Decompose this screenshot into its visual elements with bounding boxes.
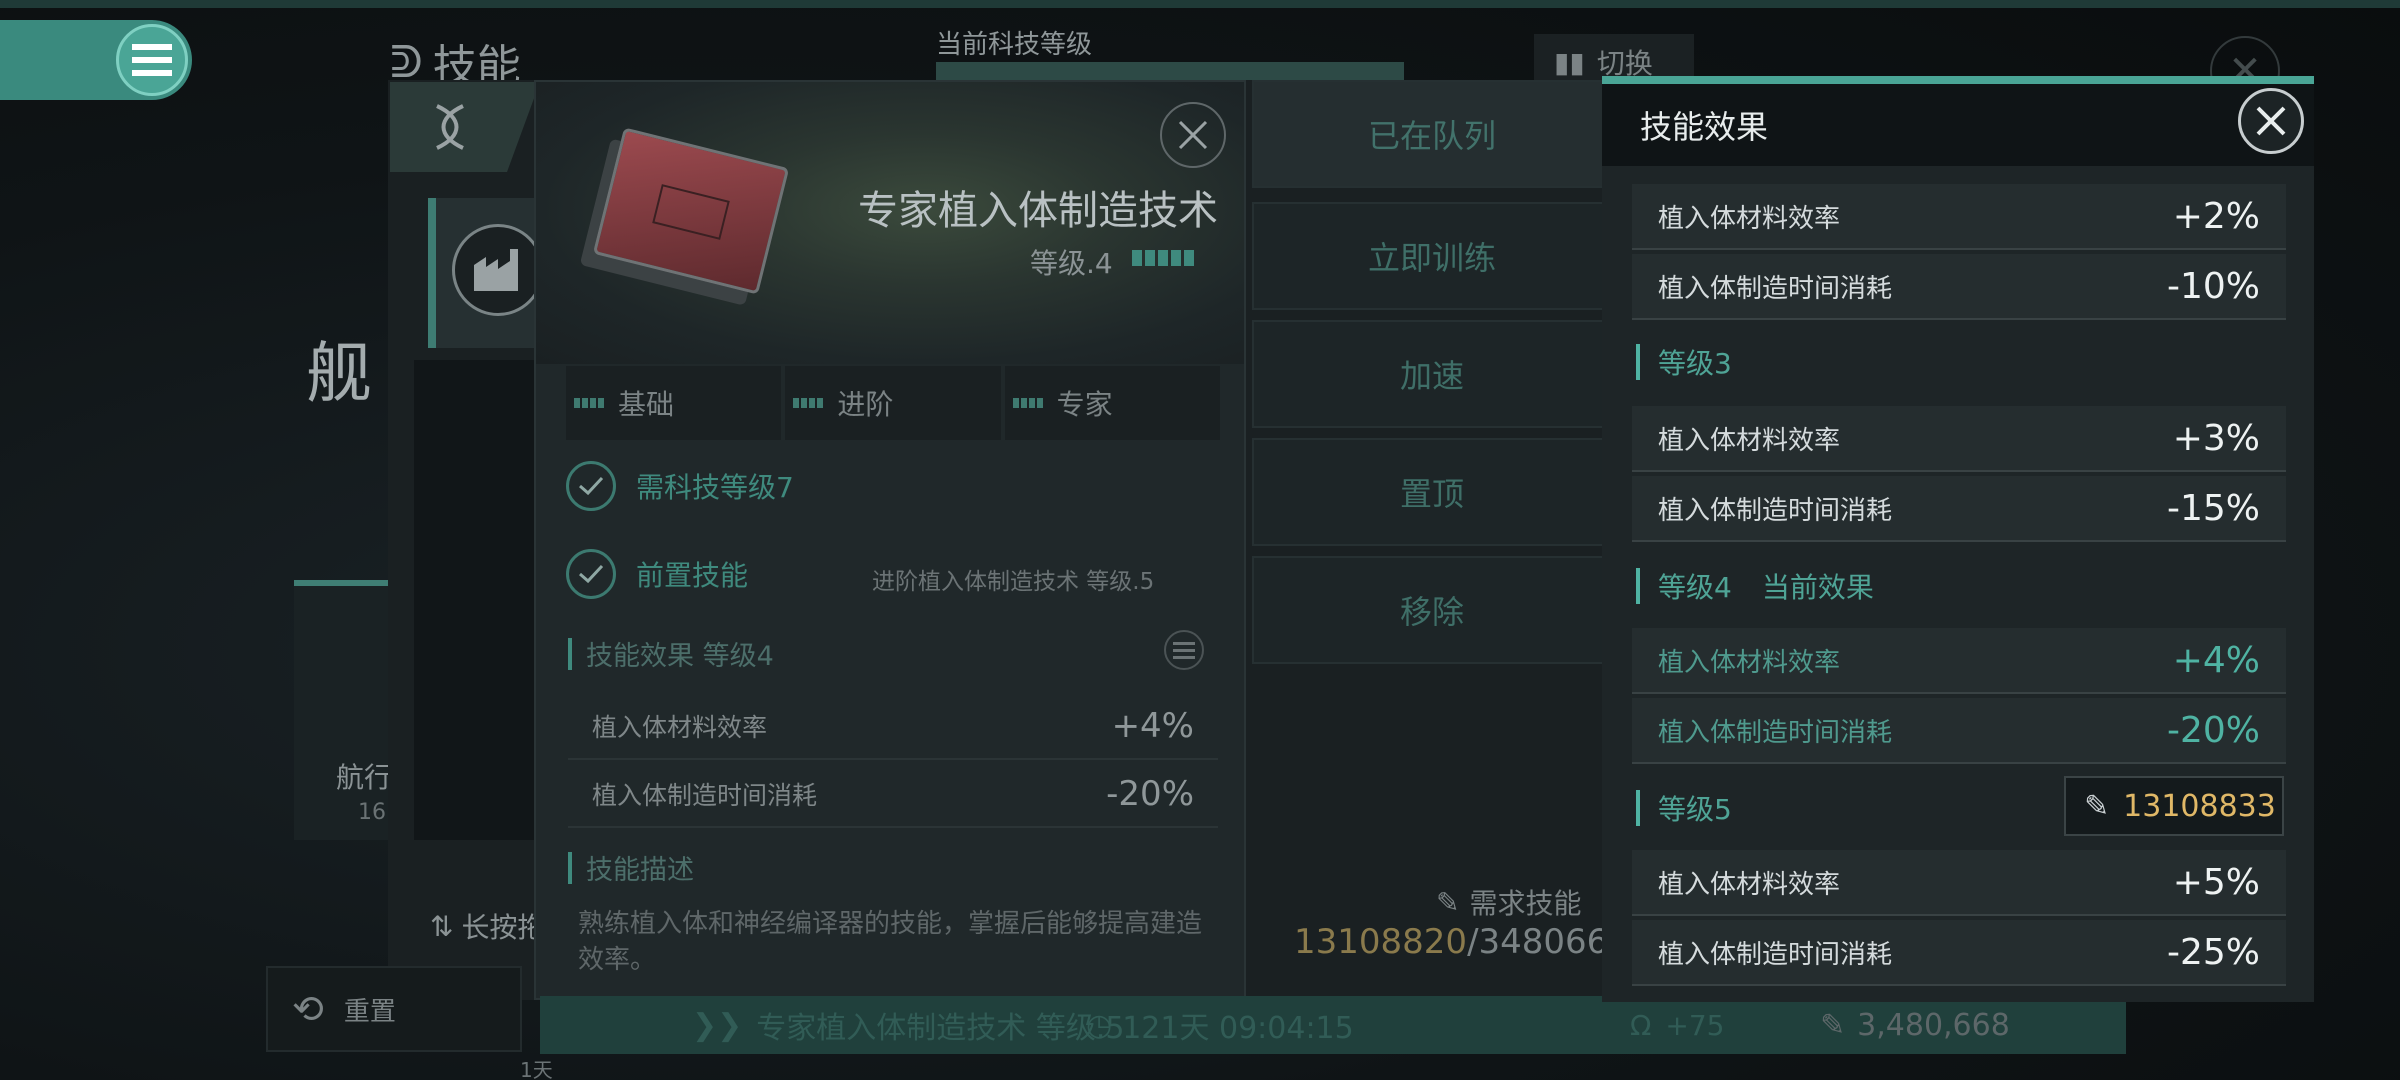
tech-level-bar: [936, 62, 1404, 80]
close-icon: [1178, 120, 1208, 150]
description-header: 技能描述: [568, 848, 694, 887]
queue-points: ✎ 3,480,668: [1820, 1007, 2010, 1043]
tier-expert[interactable]: 专家: [1004, 366, 1220, 440]
skill-description: 熟练植入体和神经编译器的技能，掌握后能够提高建造效率。: [578, 909, 1203, 975]
effect-row: 植入体制造时间消耗 -20%: [568, 762, 1218, 828]
prereq-skill-name: 进阶植入体制造技术 等级.5: [872, 569, 1155, 595]
long-press-hint: ⇅ 长按拖: [430, 909, 546, 945]
effects-list-button[interactable]: [1164, 630, 1204, 670]
ship-label: 舰: [306, 335, 372, 412]
queue-timer: ◷ 121天 09:04:15: [1086, 1007, 1354, 1047]
level-3-header: 等级3: [1636, 338, 1732, 386]
skill-level: 等级.4: [1030, 247, 1113, 280]
tech-level-label: 当前科技等级: [936, 30, 1093, 60]
effect-row: 植入体材料效率 +3%: [1632, 406, 2286, 472]
arrows-icon: ⇅: [430, 909, 454, 943]
menu-icon: [132, 44, 172, 76]
reset-button[interactable]: ⟲ 重置: [266, 966, 522, 1052]
skill-point-icon: ✎: [2084, 788, 2110, 824]
tier-advanced[interactable]: 进阶: [785, 366, 1001, 440]
level-5-header: 等级5: [1636, 784, 1732, 832]
tier-tabs: 基础 进阶 专家: [566, 366, 1220, 440]
detail-close-button[interactable]: [1160, 102, 1226, 168]
effects-panel-accent: [1602, 76, 2314, 84]
close-icon: [2256, 106, 2286, 136]
effect-row-current: 植入体制造时间消耗 -20%: [1632, 698, 2286, 764]
effect-row: 植入体制造时间消耗 -10%: [1632, 254, 2286, 320]
list-icon: [1173, 642, 1195, 659]
requirement-tech-level: 需科技等级7: [566, 456, 794, 516]
skill-title: 专家植入体制造技术: [858, 188, 1218, 234]
factory-icon: [452, 224, 544, 316]
skill-point-icon: ✎: [1820, 1007, 1846, 1043]
level-5-cost: ✎ 13108833: [2064, 776, 2284, 836]
effect-row: 植入体材料效率 +2%: [1632, 184, 2286, 250]
top-border: [0, 0, 2400, 8]
ship-card-label: 航行: [336, 761, 393, 794]
level-4-header: 等级4 当前效果: [1636, 562, 1874, 610]
action-buttons: 已在队列 立即训练 加速 置顶 移除: [1252, 80, 1612, 686]
speed-up-button[interactable]: 加速: [1252, 320, 1612, 428]
required-skill-label: ✎ 需求技能: [1436, 885, 1582, 921]
ship-card-number: 16: [358, 800, 386, 825]
effect-row: 植入体材料效率 +5%: [1632, 850, 2286, 916]
tier-basic[interactable]: 基础: [566, 366, 782, 440]
effect-row: 植入体制造时间消耗 -15%: [1632, 476, 2286, 542]
requirement-prereq-skill: 前置技能: [566, 544, 748, 604]
queued-button[interactable]: 已在队列: [1252, 80, 1612, 188]
switch-icon: ▮▮: [1554, 45, 1585, 79]
dna-icon: [436, 104, 464, 150]
train-now-button[interactable]: 立即训练: [1252, 202, 1612, 310]
required-skill-points: 13108820/348066: [1294, 922, 1609, 962]
check-icon: [566, 549, 616, 599]
queue-bonus: Ω +75: [1630, 1008, 1725, 1042]
pin-top-button[interactable]: 置顶: [1252, 438, 1612, 546]
effect-row: 植入体制造时间消耗 -25%: [1632, 920, 2286, 986]
skill-list-column: [414, 360, 534, 840]
menu-button[interactable]: [116, 24, 188, 96]
level-pips: [1132, 250, 1194, 266]
queue-current-skill: ❯❯ 专家植入体制造技术 等级.5: [692, 1007, 1125, 1047]
effect-row-current: 植入体材料效率 +4%: [1632, 628, 2286, 694]
effect-row: 植入体材料效率 +4%: [568, 694, 1218, 760]
remove-button[interactable]: 移除: [1252, 556, 1612, 664]
effects-close-button[interactable]: [2238, 88, 2304, 154]
clock-icon: ◷: [1086, 1007, 1113, 1043]
omega-icon: Ω: [1630, 1008, 1652, 1042]
effects-panel-title: 技能效果: [1602, 84, 2314, 166]
skill-point-icon: ✎: [1436, 885, 1460, 919]
queue-days: 1天: [520, 1058, 553, 1080]
chevron-icon: ❯❯: [692, 1007, 743, 1043]
check-icon: [566, 461, 616, 511]
reset-icon: ⟲: [292, 987, 324, 1031]
effect-section-header: 技能效果 等级4: [568, 634, 774, 673]
